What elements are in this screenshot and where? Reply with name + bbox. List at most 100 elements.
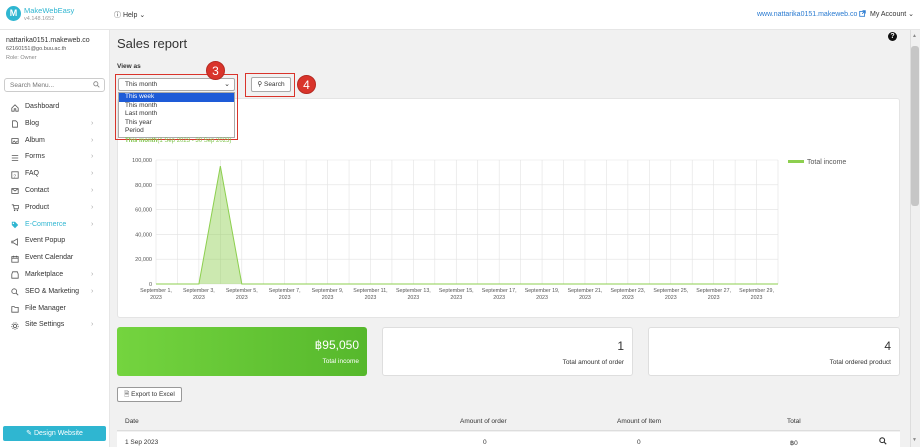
sidebar-item-event-calendar[interactable]: Event Calendar (0, 250, 110, 267)
design-website-button[interactable]: ✎ Design Website (3, 426, 106, 441)
help-menu[interactable]: ⓘ Help ⌄ (114, 10, 145, 20)
cart-icon (11, 204, 19, 212)
export-label: Export to Excel (131, 391, 175, 398)
chevron-right-icon: › (91, 170, 94, 178)
total-income-card: ฿95,050 Total income (117, 327, 367, 376)
help-label: Help (122, 12, 138, 19)
sidebar-item-contact[interactable]: Contact › (0, 183, 110, 200)
x-tick-label: September 23, (610, 288, 645, 294)
sidebar-item-label: Site Settings (25, 321, 65, 329)
search-button-label: Search (263, 81, 285, 88)
sidebar-item-label: Contact (25, 186, 50, 194)
x-tick-label: September 3, (183, 288, 215, 294)
sidebar-item-label: Marketplace (25, 270, 64, 278)
col-header-items: Amount of Item (617, 418, 662, 425)
x-tick-label: September 29, (739, 288, 774, 294)
series-line-total-income (156, 166, 778, 285)
x-tick-label: 2023 (536, 295, 548, 301)
sidebar-item-marketplace[interactable]: Marketplace › (0, 267, 110, 284)
svg-text:?: ? (13, 173, 16, 179)
x-tick-label: 2023 (279, 295, 291, 301)
file-icon: 🗎 (124, 391, 130, 398)
y-tick-label: 60,000 (135, 208, 152, 214)
sidebar-item-event-popup[interactable]: Event Popup (0, 233, 110, 250)
x-tick-label: 2023 (493, 295, 505, 301)
sidebar-item-label: Dashboard (25, 103, 60, 110)
chevron-right-icon: › (91, 203, 94, 211)
app-version: v4.148.1652 (24, 16, 55, 22)
chevron-down-icon: ⌄ (139, 12, 146, 19)
page-title: Sales report (117, 36, 188, 51)
chevron-right-icon: › (91, 287, 94, 295)
sidebar-item-label: FAQ (25, 170, 40, 178)
sidebar-item-file-manager[interactable]: File Manager (0, 301, 110, 318)
sidebar-item-e-commerce[interactable]: E-Commerce › (0, 217, 110, 234)
external-link-icon (859, 10, 867, 17)
image-icon (11, 138, 19, 144)
sidebar-item-album[interactable]: Album › (0, 133, 110, 150)
annotation-frame-3 (115, 74, 238, 140)
calendar-icon (11, 255, 19, 263)
x-tick-label: 2023 (407, 295, 419, 301)
user-name: nattarika0151.makeweb.co (6, 37, 90, 44)
sidebar: nattarika0151.makeweb.co 62160151@go.buu… (0, 30, 110, 447)
view-detail-search-icon[interactable] (879, 437, 887, 445)
total-income-value: ฿95,050 (314, 338, 359, 352)
legend-swatch (788, 160, 804, 163)
search-menu-input[interactable] (4, 78, 105, 92)
my-account-menu[interactable]: My Account ⌄ (870, 10, 914, 18)
sidebar-item-label: E-Commerce (25, 220, 67, 228)
question-help-icon[interactable]: ? (888, 32, 897, 41)
x-tick-label: September 5, (226, 288, 258, 294)
sidebar-nav: Dashboard Blog › Album › Forms ›? FAQ › Contact › P… (0, 99, 110, 334)
table-row (117, 432, 900, 447)
total-orders-card: 1 Total amount of order (382, 327, 633, 376)
pencil-icon: ✎ (26, 430, 32, 437)
col-header-total: Total (787, 418, 801, 425)
chevron-right-icon: › (91, 186, 94, 194)
x-tick-label: 2023 (622, 295, 634, 301)
megaphone-icon (11, 237, 18, 246)
sidebar-item-forms[interactable]: Forms › (0, 149, 110, 166)
x-tick-label: September 15, (439, 288, 474, 294)
list-icon (11, 155, 19, 161)
sidebar-item-faq[interactable]: ? FAQ › (0, 166, 110, 183)
chevron-down-icon: ⌄ (908, 11, 915, 18)
envelope-icon (11, 188, 19, 195)
sidebar-item-blog[interactable]: Blog › (0, 116, 110, 133)
top-bar: M MakeWebEasy v4.148.1652 ⓘ Help ⌄ www.n… (0, 0, 920, 30)
chevron-right-icon: › (91, 153, 94, 161)
y-tick-label: 40,000 (135, 232, 152, 238)
home-icon (11, 103, 19, 112)
legend-label: Total income (807, 159, 846, 166)
user-role: Role: Owner (6, 55, 37, 61)
chevron-right-icon: › (91, 321, 94, 329)
sidebar-item-label: Product (25, 203, 50, 211)
cell-date: 1 Sep 2023 (125, 439, 159, 446)
scrollbar-thumb[interactable] (911, 46, 919, 206)
faq-icon: ? (11, 171, 19, 179)
makeweb-logo[interactable]: M (6, 6, 21, 21)
search-button[interactable]: ⚲ Search (251, 77, 291, 92)
account-label: My Account (870, 11, 907, 18)
scroll-up-arrow-icon[interactable]: ▲ (912, 33, 917, 39)
sidebar-item-site-settings[interactable]: Site Settings › (0, 317, 110, 334)
sidebar-item-dashboard[interactable]: Dashboard (0, 99, 110, 116)
user-email: 62160151@go.buu.ac.th (6, 46, 67, 52)
chevron-right-icon: › (91, 136, 94, 144)
site-url-text: www.nattarika0151.makeweb.co (757, 11, 858, 18)
series-area-total-income (156, 166, 778, 284)
site-url-link[interactable]: www.nattarika0151.makeweb.co (757, 10, 867, 18)
x-tick-label: 2023 (665, 295, 677, 301)
scroll-down-arrow-icon[interactable]: ▼ (912, 437, 917, 443)
tag-icon (11, 221, 19, 229)
sidebar-item-product[interactable]: Product › (0, 200, 110, 217)
sidebar-item-label: Blog (25, 119, 40, 127)
export-excel-button[interactable]: 🗎 Export to Excel (117, 387, 182, 402)
sidebar-item-seo-marketing[interactable]: SEO & Marketing › (0, 284, 110, 301)
cell-items: 0 (637, 439, 641, 446)
search-icon: ⚲ (257, 81, 263, 88)
chevron-right-icon: › (91, 119, 94, 127)
sidebar-item-label: Event Popup (25, 237, 66, 245)
range-dates: (1 Sep 2023 - 30 Sep 2023) (157, 138, 232, 144)
